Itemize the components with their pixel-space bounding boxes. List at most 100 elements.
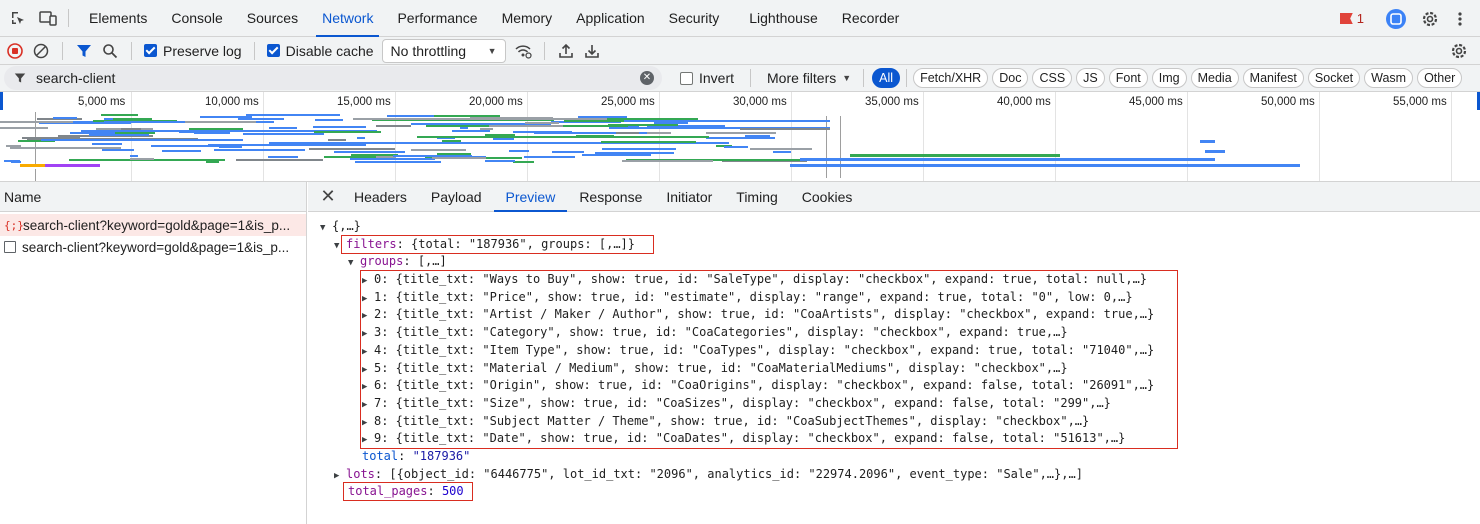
json-groups-node[interactable]: ▼ groups: [,…] — [308, 253, 1480, 271]
device-toolbar-icon[interactable] — [36, 6, 60, 30]
import-har-icon[interactable] — [553, 39, 579, 63]
tab-sources[interactable]: Sources — [235, 0, 310, 37]
more-filters-dropdown[interactable]: More filters ▼ — [763, 70, 855, 86]
type-filter-fetch-xhr[interactable]: Fetch/XHR — [913, 68, 989, 88]
type-filter-other[interactable]: Other — [1417, 68, 1463, 88]
timeline-request-bar — [89, 134, 149, 136]
timeline-request-bar — [4, 160, 20, 162]
network-conditions-icon[interactable] — [510, 39, 536, 63]
json-group-item[interactable]: ▶ 4: {title_txt: "Item Type", show: true,… — [308, 342, 1480, 360]
network-settings-gear-icon[interactable] — [1446, 39, 1472, 63]
tab-application[interactable]: Application — [564, 0, 657, 37]
type-filter-js[interactable]: JS — [1076, 68, 1105, 88]
timeline-request-bar — [773, 151, 791, 153]
type-filter-doc[interactable]: Doc — [992, 68, 1029, 88]
timeline-request-bar — [724, 146, 748, 148]
timeline-request-bar — [750, 148, 812, 150]
timeline-tick-label: 50,000 ms — [1261, 96, 1315, 108]
json-group-item[interactable]: ▶ 3: {title_txt: "Category", show: true, … — [308, 324, 1480, 342]
throttling-select[interactable]: No throttling ▼ — [381, 38, 506, 63]
timeline-request-bar — [268, 156, 298, 158]
type-filter-media[interactable]: Media — [1190, 68, 1239, 88]
json-group-item[interactable]: ▶ 6: {title_txt: "Origin", show: true, id… — [308, 377, 1480, 395]
json-group-item[interactable]: ▶ 1: {title_txt: "Price", show: true, id:… — [308, 289, 1480, 307]
tab-recorder[interactable]: Recorder — [830, 0, 912, 37]
type-filter-wasm[interactable]: Wasm — [1364, 68, 1414, 88]
tab-performance[interactable]: Performance — [385, 0, 489, 37]
issues-count: 1 — [1356, 11, 1364, 26]
tab-preview[interactable]: Preview — [493, 182, 568, 212]
request-row[interactable]: {;} search-client?keyword=gold&page=1&is… — [0, 214, 306, 236]
timeline-request-bar — [334, 151, 405, 153]
search-icon[interactable] — [97, 39, 123, 63]
toolbar-divider — [62, 41, 63, 60]
clear-filter-icon[interactable]: ✕ — [640, 71, 654, 85]
more-options-icon[interactable] — [1448, 7, 1472, 31]
timeline-request-bar — [53, 117, 77, 119]
record-stop-icon[interactable] — [2, 39, 28, 63]
type-filter-all[interactable]: All — [872, 68, 901, 88]
timeline-request-bar — [485, 134, 515, 136]
json-filters-node[interactable]: ▼ filters: {total: "187936", groups: [,…]… — [308, 234, 1480, 254]
json-group-item[interactable]: ▶ 9: {title_txt: "Date", show: true, id: … — [308, 430, 1480, 448]
inspect-element-icon[interactable] — [6, 6, 30, 30]
ai-assistance-icon[interactable] — [1384, 7, 1408, 31]
json-group-item[interactable]: ▶ 8: {title_txt: "Subject Matter / Theme"… — [308, 413, 1480, 431]
json-group-item[interactable]: ▶ 0: {title_txt: "Ways to Buy", show: tru… — [308, 271, 1480, 289]
tab-payload[interactable]: Payload — [419, 182, 494, 212]
json-root-node[interactable]: ▼ {,…} — [308, 218, 1480, 236]
timeline-request-bar — [315, 119, 343, 121]
close-detail-icon[interactable]: ✕ — [314, 186, 342, 207]
json-group-item[interactable]: ▶ 7: {title_txt: "Size", show: true, id: … — [308, 395, 1480, 413]
timeline-request-bar — [194, 132, 230, 134]
clear-log-icon[interactable] — [28, 39, 54, 63]
json-colon: : — [403, 254, 418, 269]
type-filter-manifest[interactable]: Manifest — [1242, 68, 1304, 88]
request-row[interactable]: search-client?keyword=gold&page=1&is_p..… — [0, 236, 306, 258]
type-filter-font[interactable]: Font — [1108, 68, 1148, 88]
tab-security[interactable]: Security — [657, 0, 732, 37]
tab-cookies[interactable]: Cookies — [790, 182, 865, 212]
tab-timing[interactable]: Timing — [724, 182, 790, 212]
timeline-request-bar — [280, 114, 340, 116]
timeline-request-bar — [6, 145, 21, 147]
timeline-tick-label: 20,000 ms — [469, 96, 523, 108]
issues-badge[interactable]: 1 — [1339, 11, 1364, 26]
json-group-item[interactable]: ▶ 5: {title_txt: "Material / Medium", sho… — [308, 360, 1480, 378]
type-filter-img[interactable]: Img — [1151, 68, 1187, 88]
json-group-item[interactable]: ▶ 2: {title_txt: "Artist / Maker / Author… — [308, 306, 1480, 324]
timeline-gridline — [1055, 92, 1056, 181]
tab-network[interactable]: Network — [310, 0, 385, 37]
network-timeline-overview[interactable]: 5,000 ms 10,000 ms 15,000 ms 20,000 ms 2… — [0, 92, 1480, 182]
settings-gear-icon[interactable] — [1418, 7, 1442, 31]
json-group-summary: 0: {title_txt: "Ways to Buy", show: true… — [374, 272, 1148, 287]
json-group-summary: 3: {title_txt: "Category", show: true, i… — [374, 325, 1068, 340]
tab-response[interactable]: Response — [567, 182, 654, 212]
tab-memory[interactable]: Memory — [490, 0, 565, 37]
filter-input[interactable]: search-client ✕ — [4, 66, 662, 90]
tab-lighthouse[interactable]: Lighthouse — [737, 0, 830, 37]
filter-funnel-icon[interactable] — [71, 39, 97, 63]
type-filter-socket[interactable]: Socket — [1307, 68, 1361, 88]
disable-cache-checkbox[interactable]: Disable cache — [263, 43, 378, 59]
tab-console[interactable]: Console — [159, 0, 234, 37]
timeline-request-bar — [393, 155, 472, 157]
tab-elements[interactable]: Elements — [77, 0, 159, 37]
name-column-header[interactable]: Name — [0, 182, 306, 212]
timeline-request-bar — [243, 133, 324, 135]
timeline-tick-label: 40,000 ms — [997, 96, 1051, 108]
tab-headers[interactable]: Headers — [342, 182, 419, 212]
timeline-request-bar — [513, 131, 572, 133]
json-lots-node[interactable]: ▶ lots: [{object_id: "6446775", lot_id_tx… — [308, 466, 1480, 484]
timeline-left-handle[interactable] — [0, 92, 3, 110]
tab-initiator[interactable]: Initiator — [654, 182, 724, 212]
type-filter-css[interactable]: CSS — [1032, 68, 1073, 88]
invert-checkbox[interactable]: Invert — [676, 70, 738, 86]
timeline-request-bar — [602, 148, 676, 150]
preserve-log-checkbox[interactable]: Preserve log — [140, 43, 246, 59]
timeline-request-bar — [607, 118, 698, 120]
json-value: [{object_id: "6446775", lot_id_txt: "209… — [389, 466, 1083, 481]
export-har-icon[interactable] — [579, 39, 605, 63]
toolbar-divider — [863, 69, 865, 87]
timeline-gridline — [1187, 92, 1188, 181]
